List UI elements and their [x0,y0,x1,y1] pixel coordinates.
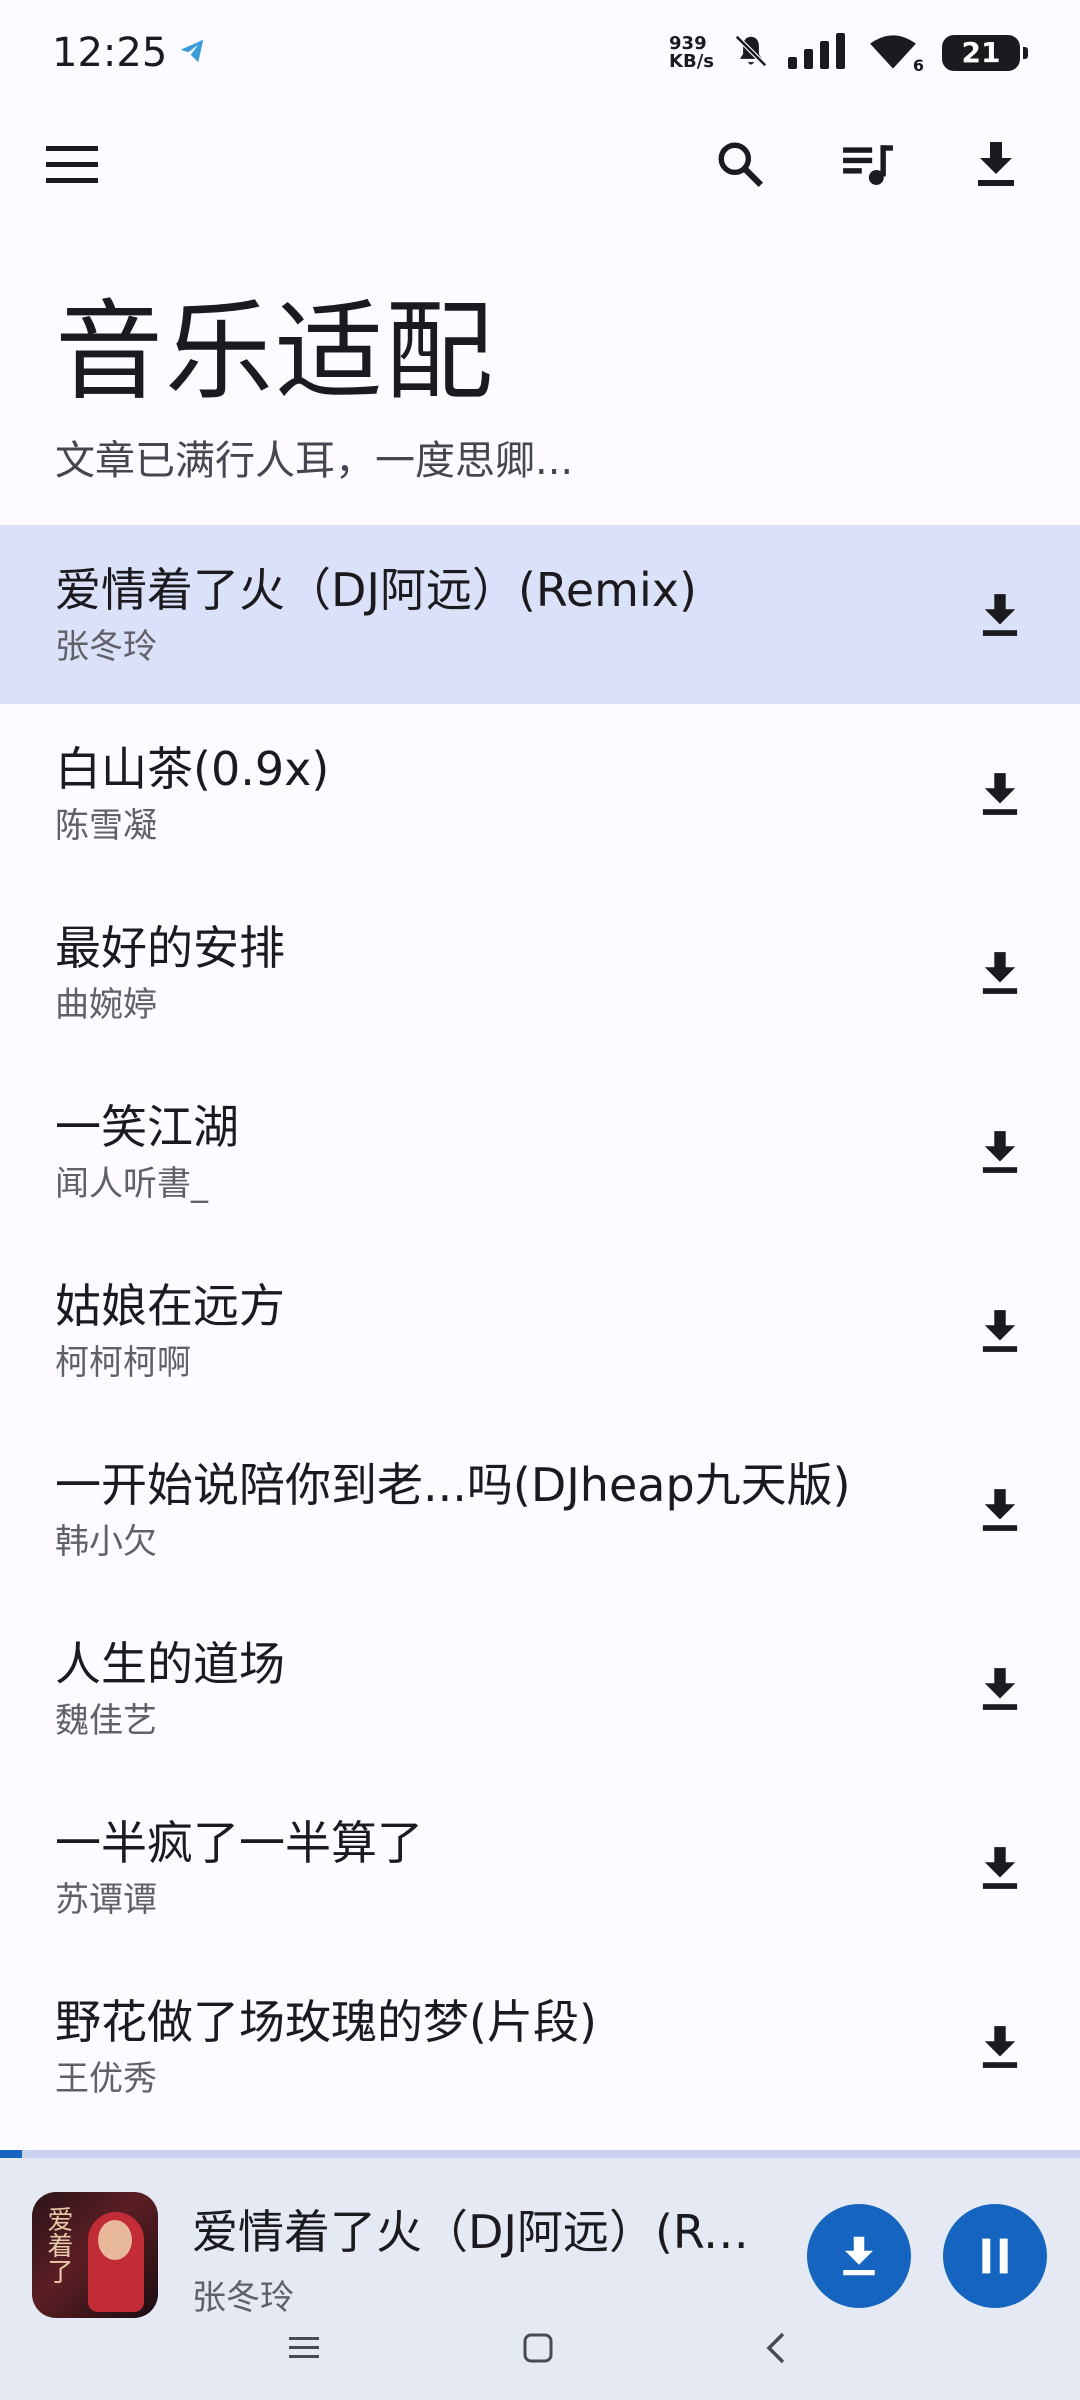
menu-lines-icon [289,2337,319,2358]
song-title: 人生的道场 [55,1637,285,1691]
queue-music-icon [843,145,893,185]
song-title: 姑娘在远方 [55,1279,285,1333]
page-subtitle: 文章已满行人耳，一度思卿... [55,438,574,484]
search-icon [718,142,764,188]
song-row[interactable]: 野花做了场玫瑰的梦(片段) 王优秀 [0,1957,1080,2136]
song-artist: 曲婉婷 [55,985,157,1025]
nav-recents-button[interactable] [264,2318,344,2378]
song-download-button[interactable] [960,754,1040,834]
network-speed-unit: KB/s [669,50,714,72]
signal-icon [788,32,850,73]
player-title: 爱情着了火（DJ阿远）(Remix) [192,2205,762,2259]
menu-icon [46,146,98,183]
song-artist: 柯柯柯啊 [55,1343,191,1383]
song-artist: 韩小欠 [55,1522,157,1562]
song-artist: 魏佳艺 [55,1701,157,1741]
download-icon [982,594,1018,636]
download-icon [843,2236,875,2276]
song-list: 爱情着了火（DJ阿远）(Remix) 张冬玲 白山茶(0.9x) 陈雪凝 最好的… [0,525,1080,2136]
song-artist: 张冬玲 [55,627,157,667]
song-text: 一半疯了一半算了 苏谭谭 [55,1814,935,1922]
song-download-button[interactable] [960,1649,1040,1729]
download-icon [982,1489,1018,1531]
song-text: 白山茶(0.9x) 陈雪凝 [55,740,935,848]
download-icon [982,2026,1018,2068]
playback-progress-fill [0,2150,22,2158]
song-artist: 王优秀 [55,2059,157,2099]
song-row[interactable]: 一开始说陪你到老...吗(DJheap九天版) 韩小欠 [0,1420,1080,1599]
download-icon [982,1131,1018,1173]
pause-icon [982,2238,1008,2274]
song-title: 一半疯了一半算了 [55,1816,423,1870]
song-artist: 闻人听書_ [55,1164,208,1204]
download-icon [982,1847,1018,1889]
status-time: 12:25 [52,29,168,76]
download-icon [982,952,1018,994]
page-title: 音乐适配 [55,290,496,415]
song-row[interactable]: 姑娘在远方 柯柯柯啊 [0,1241,1080,1420]
song-row[interactable]: 一半疯了一半算了 苏谭谭 [0,1778,1080,1957]
download-icon [982,1668,1018,1710]
song-download-button[interactable] [960,933,1040,1013]
song-title: 一开始说陪你到老...吗(DJheap九天版) [55,1458,851,1512]
song-text: 最好的安排 曲婉婷 [55,919,935,1027]
battery-icon: 21 [942,34,1028,71]
song-title: 最好的安排 [55,921,285,975]
search-button[interactable] [700,124,780,204]
song-title: 一笑江湖 [55,1100,239,1154]
nav-home-button[interactable] [498,2318,578,2378]
song-download-button[interactable] [960,575,1040,655]
network-speed-value: 939 [669,32,707,54]
status-bar: 12:25 939 KB/s 6 21 [0,0,1080,105]
song-download-button[interactable] [960,1112,1040,1192]
song-title: 野花做了场玫瑰的梦(片段) [55,1995,597,2049]
mute-icon [732,32,770,74]
playback-progress-bar[interactable] [0,2150,1080,2158]
song-download-button[interactable] [960,1470,1040,1550]
song-text: 姑娘在远方 柯柯柯啊 [55,1277,935,1385]
song-title: 白山茶(0.9x) [55,742,330,796]
download-icon [978,142,1014,186]
pause-button[interactable] [943,2204,1047,2308]
song-download-button[interactable] [960,1828,1040,1908]
status-right: 939 KB/s 6 21 [669,32,1028,75]
wifi-badge: 6 [912,55,924,75]
status-left: 12:25 [52,30,207,76]
network-speed: 939 KB/s [669,32,714,72]
wifi-icon: 6 [868,33,924,75]
song-download-button[interactable] [960,1291,1040,1371]
song-download-button[interactable] [960,2007,1040,2087]
square-icon [523,2333,553,2363]
song-title: 爱情着了火（DJ阿远）(Remix) [55,563,697,617]
song-row[interactable]: 白山茶(0.9x) 陈雪凝 [0,704,1080,883]
song-row[interactable]: 人生的道场 魏佳艺 [0,1599,1080,1778]
song-text: 人生的道场 魏佳艺 [55,1635,935,1743]
song-text: 爱情着了火（DJ阿远）(Remix) 张冬玲 [55,561,935,669]
playlist-button[interactable] [828,124,908,204]
top-app-bar [0,120,1080,210]
nav-back-button[interactable] [736,2318,816,2378]
menu-button[interactable] [32,124,112,204]
system-nav-bar [0,2300,1080,2400]
song-row[interactable]: 爱情着了火（DJ阿远）(Remix) 张冬玲 [0,525,1080,704]
battery-level: 21 [961,36,1001,69]
back-chevron-icon [766,2332,785,2364]
cover-face [98,2220,132,2260]
song-artist: 陈雪凝 [55,806,157,846]
download-icon [982,1310,1018,1352]
cover-text: 爱着了 [43,2206,73,2284]
song-text: 野花做了场玫瑰的梦(片段) 王优秀 [55,1993,935,2101]
song-text: 一开始说陪你到老...吗(DJheap九天版) 韩小欠 [55,1456,935,1564]
telegram-icon [177,36,207,70]
download-icon [982,773,1018,815]
song-row[interactable]: 一笑江湖 闻人听書_ [0,1062,1080,1241]
download-all-button[interactable] [956,124,1036,204]
song-text: 一笑江湖 闻人听書_ [55,1098,935,1206]
player-download-button[interactable] [807,2204,911,2308]
song-row[interactable]: 最好的安排 曲婉婷 [0,883,1080,1062]
song-artist: 苏谭谭 [55,1880,157,1920]
